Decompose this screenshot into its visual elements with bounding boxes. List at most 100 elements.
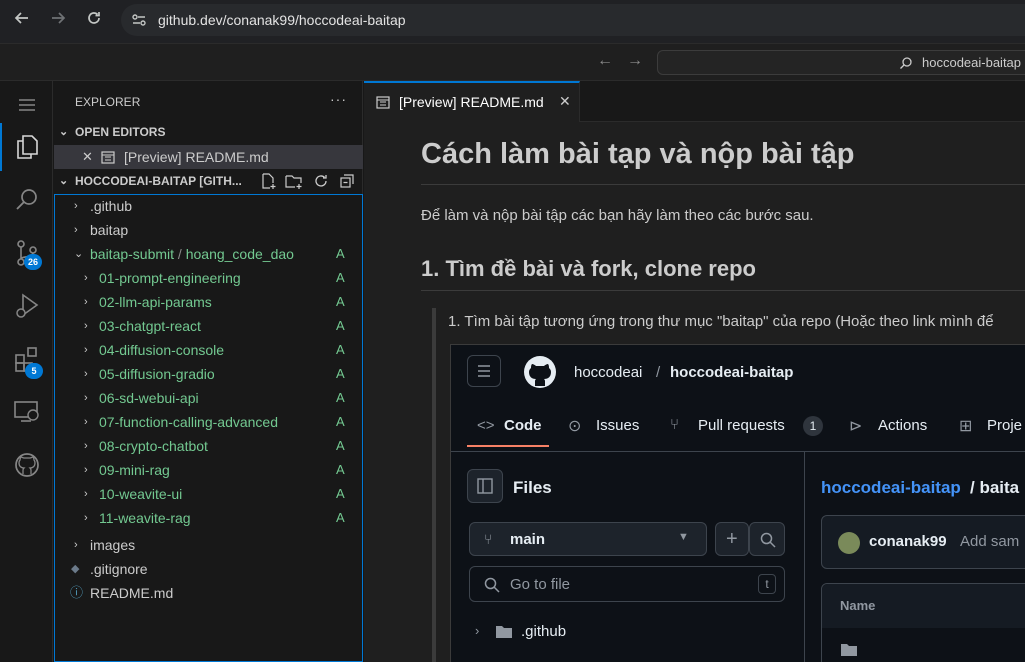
issues-icon: ⊙ — [568, 418, 582, 435]
markdown-preview: Cách làm bài tạp và nộp bài tập Để làm v… — [364, 122, 1025, 662]
tab-projects: Proje — [987, 417, 1023, 434]
new-file-icon[interactable] — [260, 173, 277, 190]
hamburger-icon — [467, 355, 501, 387]
open-editor-item[interactable]: ✕ [Preview] README.md — [54, 145, 363, 169]
nav-back-icon[interactable]: ← — [597, 52, 613, 70]
browser-toolbar: github.dev/conanak99/hoccodeai-baitap — [0, 0, 1025, 44]
file-table: Name — [821, 583, 1025, 662]
chevron-right-icon: › — [74, 224, 78, 236]
chevron-right-icon: › — [84, 416, 88, 428]
repo-section[interactable]: ⌄ HOCCODEAI-BAITAP [GITH... — [54, 170, 363, 192]
preview-icon — [101, 151, 115, 164]
pull-requests-count: 1 — [803, 416, 823, 436]
repo-name: hoccodeai-baitap — [670, 364, 794, 381]
tree-item-07[interactable]: › 07-function-calling-advanced A — [54, 410, 363, 434]
git-file-icon: ◆ — [71, 563, 80, 575]
refresh-icon[interactable] — [313, 173, 329, 189]
search-icon[interactable] — [0, 176, 53, 224]
address-bar[interactable]: github.dev/conanak99/hoccodeai-baitap — [121, 4, 1025, 36]
tree-item-03[interactable]: › 03-chatgpt-react A — [54, 314, 363, 338]
collapse-all-icon[interactable] — [339, 173, 355, 189]
remote-explorer-icon[interactable] — [0, 388, 53, 436]
arrow-right-icon[interactable] — [46, 10, 70, 30]
go-to-file-placeholder: Go to file — [510, 576, 571, 593]
open-editors-label: OPEN EDITORS — [75, 125, 166, 139]
chevron-down-icon: ⌄ — [59, 126, 69, 138]
scm-badge: 26 — [24, 254, 42, 270]
intro-paragraph: Để làm và nộp bài tập các bạn hãy làm th… — [421, 207, 814, 224]
chevron-right-icon: › — [84, 296, 88, 308]
tree-item-readme[interactable]: ⓘ README.md — [54, 581, 363, 605]
preview-icon — [376, 96, 390, 109]
chevron-down-icon: ⌄ — [74, 248, 84, 260]
more-actions-icon[interactable]: ··· — [330, 91, 347, 107]
arrow-left-icon[interactable] — [10, 10, 34, 30]
page-title: Cách làm bài tạp và nộp bài tập — [421, 138, 855, 170]
branch-name: main — [510, 531, 546, 548]
chevron-right-icon: › — [475, 623, 480, 638]
explorer-title: EXPLORER — [75, 95, 141, 109]
nav-forward-icon[interactable]: → — [627, 52, 643, 70]
list-indent-bar — [432, 308, 436, 662]
reload-icon[interactable] — [82, 10, 106, 30]
command-center-label: hoccodeai-baitap — [922, 55, 1022, 70]
sidebar-toggle-icon — [467, 469, 503, 503]
breadcrumb-repo-link: hoccodeai-baitap — [821, 478, 961, 497]
tree-item-06[interactable]: › 06-sd-webui-api A — [54, 386, 363, 410]
tree-item-baitap[interactable]: › baitap — [54, 218, 363, 242]
search-icon — [900, 57, 912, 69]
tree-item-01[interactable]: › 01-prompt-engineering A — [54, 266, 363, 290]
step1-text: 1. Tìm bài tập tương ứng trong thư mục "… — [448, 313, 994, 330]
close-icon[interactable]: ✕ — [559, 93, 571, 110]
avatar — [838, 532, 860, 554]
caret-down-icon: ▼ — [678, 531, 689, 543]
tree-item-02[interactable]: › 02-llm-api-params A — [54, 290, 363, 314]
source-control-icon[interactable]: 26 — [0, 229, 53, 277]
go-to-file-field: Go to file t — [469, 566, 785, 602]
tab-code: Code — [504, 417, 542, 434]
tree-item-11[interactable]: › 11-weavite-rag A — [54, 506, 363, 530]
run-debug-icon[interactable] — [0, 282, 53, 330]
chevron-right-icon: › — [84, 440, 88, 452]
close-icon[interactable]: ✕ — [82, 145, 93, 169]
title-bar: ← → hoccodeai-baitap — [0, 44, 1025, 81]
extensions-icon[interactable]: 5 — [0, 335, 53, 383]
actions-icon: ⊳ — [849, 418, 863, 435]
branch-selector: ⑂ main ▼ — [469, 522, 707, 556]
open-editors-section[interactable]: ⌄ OPEN EDITORS — [54, 121, 363, 143]
chevron-right-icon: › — [74, 539, 78, 551]
tree-item-04[interactable]: › 04-diffusion-console A — [54, 338, 363, 362]
explorer-sidebar: EXPLORER ··· ⌄ OPEN EDITORS ✕ [Preview] … — [54, 81, 363, 662]
pull-request-icon: ⑂ — [670, 416, 680, 433]
github-logo-icon — [524, 356, 556, 388]
tab-readme-preview[interactable]: [Preview] README.md ✕ — [364, 81, 580, 122]
url-text[interactable]: github.dev/conanak99/hoccodeai-baitap — [158, 12, 406, 28]
search-icon — [484, 577, 500, 593]
tree-item-08[interactable]: › 08-crypto-chatbot A — [54, 434, 363, 458]
tree-item-09[interactable]: › 09-mini-rag A — [54, 458, 363, 482]
chevron-down-icon: ⌄ — [59, 175, 69, 187]
chevron-right-icon: › — [84, 488, 88, 500]
chevron-right-icon: › — [84, 512, 88, 524]
tree-item-images[interactable]: › images — [54, 533, 363, 557]
explorer-icon[interactable] — [0, 123, 53, 171]
section-heading: 1. Tìm đề bài và fork, clone repo — [421, 256, 756, 281]
tree-item-10[interactable]: › 10-weavite-ui A — [54, 482, 363, 506]
chevron-right-icon: › — [84, 368, 88, 380]
command-center[interactable]: hoccodeai-baitap — [657, 50, 1025, 75]
menu-icon[interactable] — [0, 81, 53, 129]
commit-author: conanak99 — [869, 533, 947, 550]
repo-label: HOCCODEAI-BAITAP [GITH... — [75, 174, 242, 188]
new-folder-icon[interactable] — [285, 173, 303, 190]
github-icon[interactable] — [0, 441, 53, 489]
site-settings-icon[interactable] — [131, 12, 147, 28]
tab-label: [Preview] README.md — [399, 94, 544, 110]
tree-item-gitignore[interactable]: ◆ .gitignore — [54, 557, 363, 581]
editor-tabs: [Preview] README.md ✕ — [364, 81, 1025, 122]
tree-item-github[interactable]: › .github — [54, 194, 363, 218]
github-screenshot: hoccodeai / hoccodeai-baitap <> Code ⊙ I… — [450, 344, 1025, 662]
tree-item-baitap-submit[interactable]: ⌄ baitap-submit / hoang_code_dao A — [54, 242, 363, 266]
tree-item-05[interactable]: › 05-diffusion-gradio A — [54, 362, 363, 386]
breadcrumb-separator: / — [656, 364, 661, 381]
info-file-icon: ⓘ — [70, 585, 84, 600]
